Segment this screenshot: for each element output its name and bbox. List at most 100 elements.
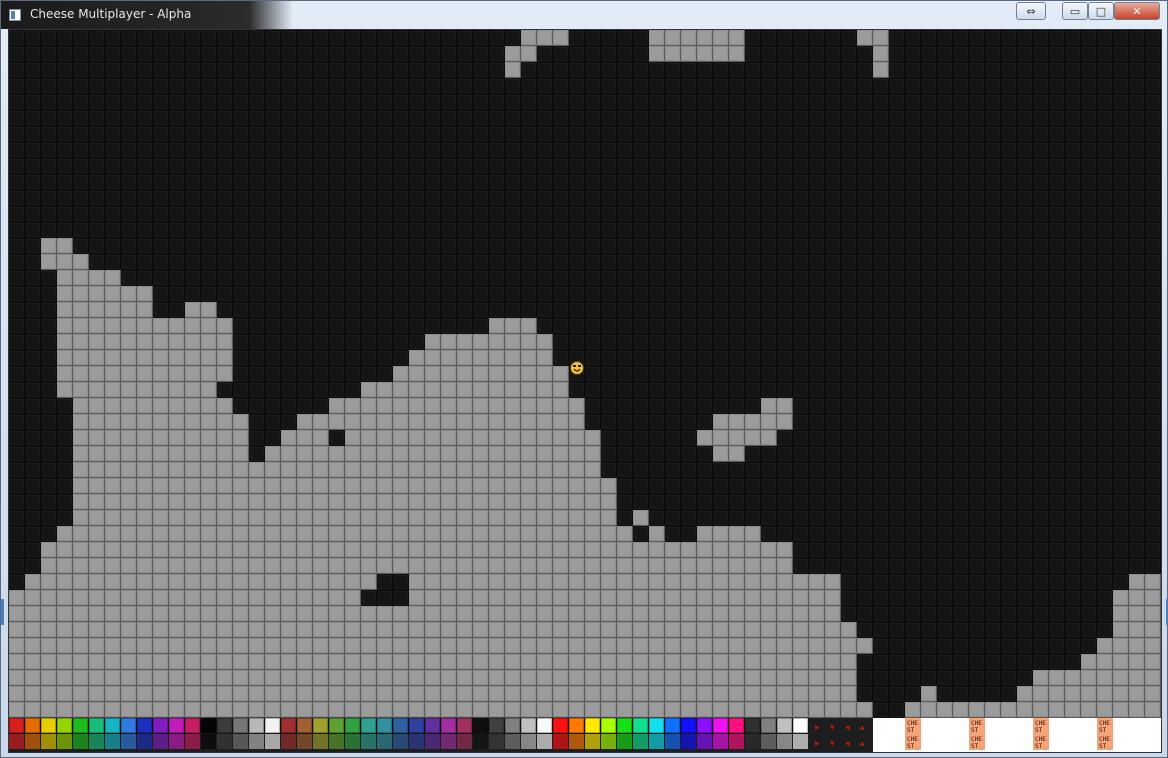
palette-swatch-dark[interactable]	[777, 734, 792, 749]
arrow-block-icon[interactable]: ▴	[860, 723, 865, 733]
palette-swatch[interactable]	[344, 717, 361, 734]
left-resize-grip[interactable]	[1, 599, 4, 625]
palette-swatch-dark[interactable]	[537, 734, 552, 749]
world-map[interactable]: ▸▸▾▾◂◂▴▴CHESTCHESTCHESTCHESTCHESTCHESTCH…	[9, 30, 1161, 752]
palette-swatch[interactable]	[104, 717, 121, 734]
palette-swatch[interactable]	[328, 717, 345, 734]
palette-swatch[interactable]	[520, 717, 537, 734]
palette-swatch-dark[interactable]	[665, 734, 680, 749]
palette-swatch-dark[interactable]	[89, 734, 104, 749]
palette-swatch[interactable]	[408, 717, 425, 734]
palette-swatch-dark[interactable]	[601, 734, 616, 749]
palette-swatch[interactable]	[280, 717, 297, 734]
arrow-block-icon[interactable]: ▾	[830, 723, 835, 733]
palette-swatch-dark[interactable]	[57, 734, 72, 749]
palette-swatch-dark[interactable]	[697, 734, 712, 749]
palette-swatch-dark[interactable]	[329, 734, 344, 749]
title-bar[interactable]: Cheese Multiplayer - Alpha ⇔ ▭ □ ✕	[1, 1, 1167, 29]
palette-swatch[interactable]	[600, 717, 617, 734]
palette-swatch[interactable]	[88, 717, 105, 734]
close-button[interactable]: ✕	[1114, 2, 1160, 20]
palette-swatch[interactable]	[536, 717, 553, 734]
palette-swatch-dark[interactable]	[297, 734, 312, 749]
palette-swatch[interactable]	[680, 717, 697, 734]
palette-swatch[interactable]	[376, 717, 393, 734]
palette-swatch[interactable]	[248, 717, 265, 734]
palette-swatch[interactable]	[696, 717, 713, 734]
palette-swatch[interactable]	[744, 717, 761, 734]
palette-swatch[interactable]	[664, 717, 681, 734]
palette-swatch[interactable]	[648, 717, 665, 734]
arrow-block-icon[interactable]: ◂	[845, 739, 850, 749]
palette-swatch-dark[interactable]	[169, 734, 184, 749]
palette-swatch[interactable]	[504, 717, 521, 734]
palette-swatch-dark[interactable]	[313, 734, 328, 749]
maximize-button[interactable]: □	[1088, 2, 1114, 20]
palette-swatch-dark[interactable]	[281, 734, 296, 749]
palette-swatch-dark[interactable]	[441, 734, 456, 749]
palette-swatch[interactable]	[472, 717, 489, 734]
palette-swatch-dark[interactable]	[345, 734, 360, 749]
palette-swatch[interactable]	[728, 717, 745, 734]
palette-swatch[interactable]	[456, 717, 473, 734]
palette-swatch[interactable]	[552, 717, 569, 734]
palette-swatch-dark[interactable]	[137, 734, 152, 749]
palette-swatch-dark[interactable]	[377, 734, 392, 749]
player-smiley[interactable]	[570, 361, 584, 375]
arrow-block-icon[interactable]: ◂	[845, 723, 850, 733]
palette-swatch-dark[interactable]	[121, 734, 136, 749]
palette-swatch[interactable]	[9, 717, 25, 734]
palette-swatch[interactable]	[312, 717, 329, 734]
palette-swatch-dark[interactable]	[729, 734, 744, 749]
palette-swatch-dark[interactable]	[233, 734, 248, 749]
arrow-block-icon[interactable]: ▴	[860, 739, 865, 749]
palette-swatch-dark[interactable]	[105, 734, 120, 749]
palette-swatch-dark[interactable]	[25, 734, 40, 749]
palette-swatch-dark[interactable]	[585, 734, 600, 749]
palette-swatch[interactable]	[200, 717, 217, 734]
palette-swatch-dark[interactable]	[425, 734, 440, 749]
palette-swatch[interactable]	[296, 717, 313, 734]
palette-swatch-dark[interactable]	[473, 734, 488, 749]
palette-swatch[interactable]	[136, 717, 153, 734]
palette-swatch-dark[interactable]	[521, 734, 536, 749]
palette-swatch[interactable]	[488, 717, 505, 734]
palette-swatch-dark[interactable]	[41, 734, 56, 749]
palette-swatch-dark[interactable]	[681, 734, 696, 749]
palette-swatch[interactable]	[216, 717, 233, 734]
minimize-button[interactable]: ▭	[1062, 2, 1088, 20]
palette-swatch-dark[interactable]	[9, 734, 24, 749]
palette-swatch[interactable]	[632, 717, 649, 734]
palette-swatch-dark[interactable]	[617, 734, 632, 749]
chest-panel[interactable]: CHESTCHESTCHESTCHESTCHESTCHESTCHESTCHEST	[873, 718, 1161, 752]
palette-swatch-dark[interactable]	[713, 734, 728, 749]
resize-arrows-button[interactable]: ⇔	[1016, 2, 1046, 20]
palette-swatch-dark[interactable]	[553, 734, 568, 749]
palette-swatch-dark[interactable]	[153, 734, 168, 749]
palette-swatch-dark[interactable]	[633, 734, 648, 749]
palette-swatch-dark[interactable]	[745, 734, 760, 749]
palette-swatch-dark[interactable]	[265, 734, 280, 749]
palette-swatch-dark[interactable]	[505, 734, 520, 749]
palette-swatch[interactable]	[56, 717, 73, 734]
palette-swatch[interactable]	[568, 717, 585, 734]
palette-swatch[interactable]	[232, 717, 249, 734]
palette-swatch-dark[interactable]	[185, 734, 200, 749]
palette-swatch[interactable]	[584, 717, 601, 734]
app-icon[interactable]	[9, 9, 21, 21]
palette-swatch[interactable]	[360, 717, 377, 734]
arrow-block-icon[interactable]: ▸	[815, 739, 820, 749]
palette-swatch-dark[interactable]	[73, 734, 88, 749]
palette-swatch-dark[interactable]	[649, 734, 664, 749]
palette-swatch[interactable]	[120, 717, 137, 734]
palette-swatch[interactable]	[264, 717, 281, 734]
palette-swatch[interactable]	[184, 717, 201, 734]
palette-swatch[interactable]	[72, 717, 89, 734]
palette-swatch[interactable]	[424, 717, 441, 734]
palette-swatch[interactable]	[616, 717, 633, 734]
palette-swatch-dark[interactable]	[249, 734, 264, 749]
palette-swatch-dark[interactable]	[489, 734, 504, 749]
arrow-block-icon[interactable]: ▾	[830, 739, 835, 749]
game-canvas[interactable]: ▸ ▸ ▾ ▾ ◂ ◂ ▴ ▴ CHE ST CHE ST CHE ST CHE ST CHE ST CHE ST CH…	[8, 29, 1162, 753]
palette-swatch[interactable]	[776, 717, 793, 734]
